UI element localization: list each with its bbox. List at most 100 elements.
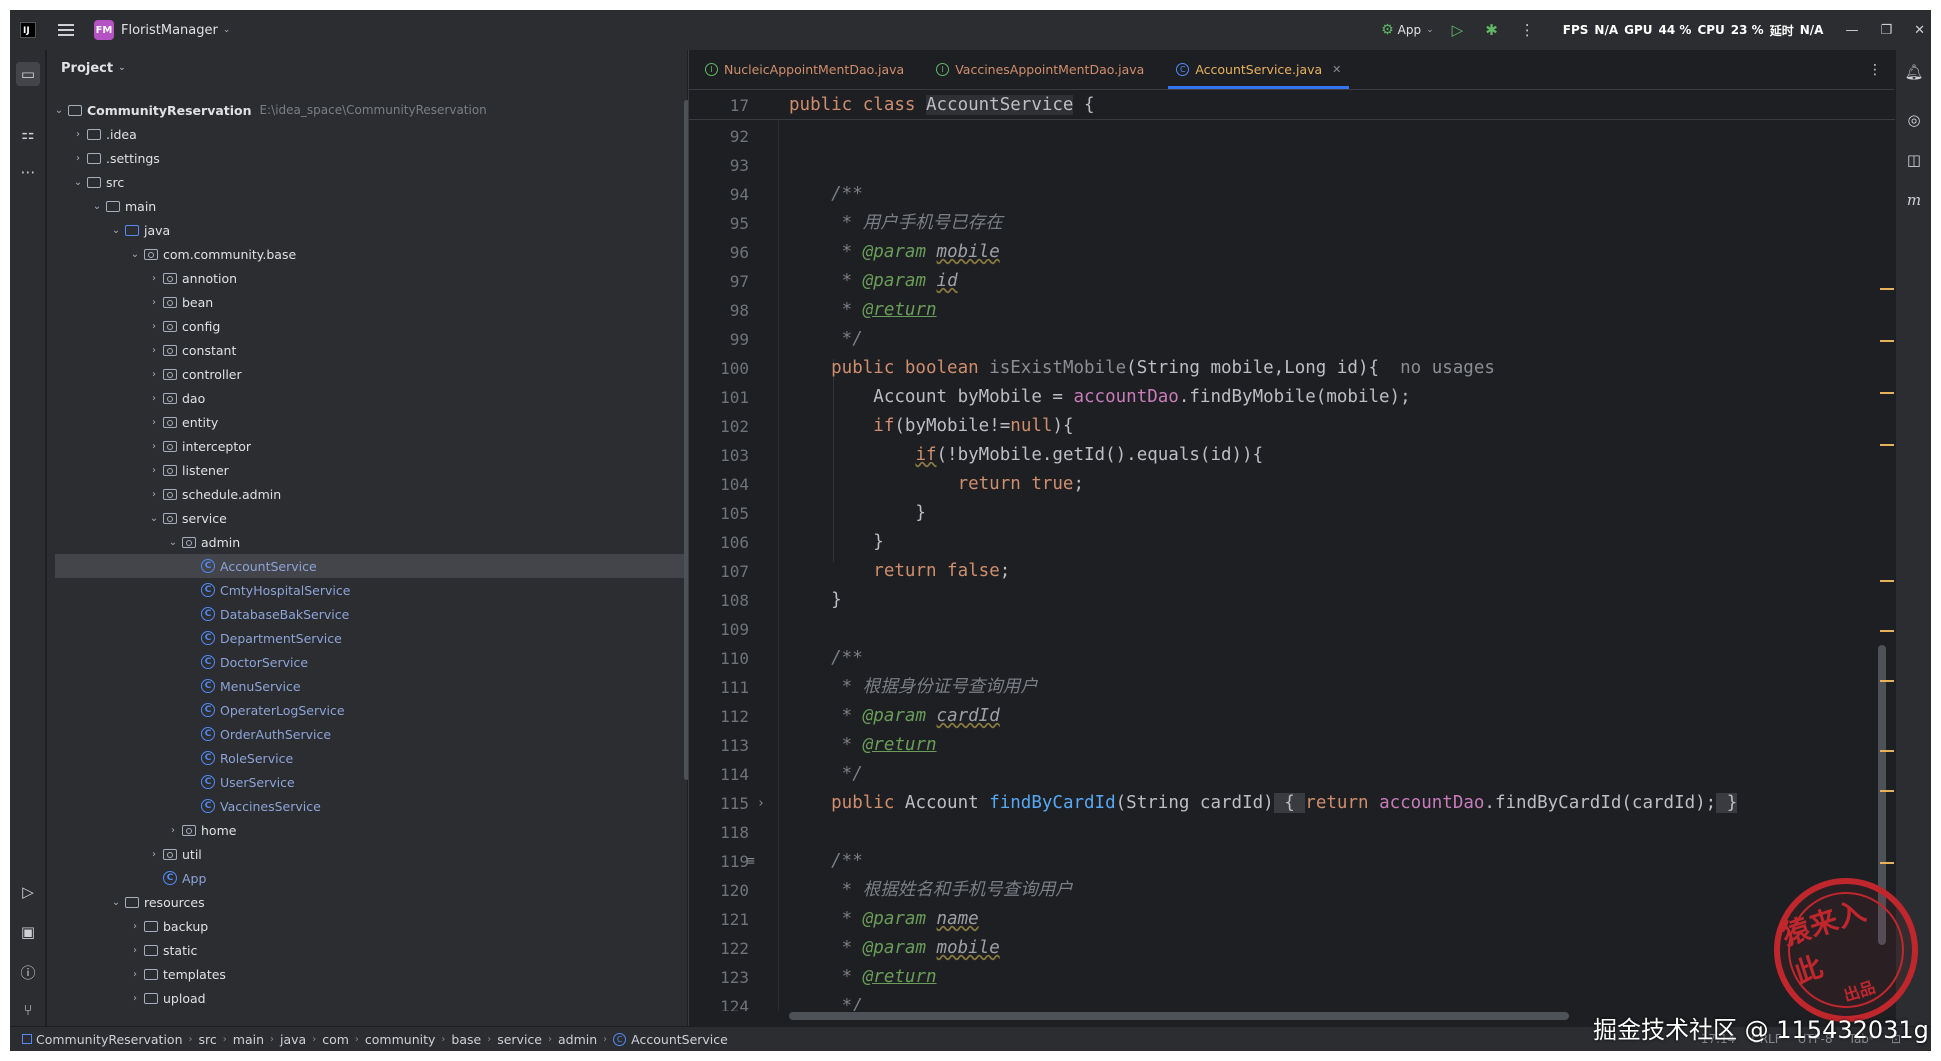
breadcrumb-item[interactable]: com <box>322 1032 349 1047</box>
editor-horizontal-scrollbar[interactable] <box>789 1012 1569 1020</box>
chevron-right-icon[interactable]: › <box>127 993 143 1004</box>
tree-item[interactable]: › templates <box>47 962 687 986</box>
chevron-right-icon[interactable]: › <box>146 489 162 500</box>
main-menu-icon[interactable] <box>58 24 74 36</box>
database-icon[interactable]: ◫ <box>1902 148 1926 172</box>
warning-marker[interactable] <box>1880 750 1894 752</box>
run-config-selector[interactable]: ⚙ App ⌄ <box>1381 22 1434 38</box>
chevron-right-icon[interactable]: › <box>70 153 86 164</box>
chevron-down-icon[interactable]: ⌄ <box>70 177 86 188</box>
tree-item[interactable]: ⌄ java <box>47 218 687 242</box>
warning-marker[interactable] <box>1880 288 1894 290</box>
tree-item[interactable]: › .idea <box>47 122 687 146</box>
tree-item[interactable]: C App <box>47 866 687 890</box>
chevron-right-icon[interactable]: › <box>146 297 162 308</box>
breadcrumb-item[interactable]: main <box>233 1032 264 1047</box>
tree-item[interactable]: › listener <box>47 458 687 482</box>
chevron-right-icon[interactable]: › <box>127 945 143 956</box>
chevron-right-icon[interactable]: › <box>70 129 86 140</box>
tree-item[interactable]: C RoleService <box>47 746 687 770</box>
structure-icon[interactable]: ⚏ <box>16 122 40 146</box>
code-line[interactable]: 103 if(!byMobile.getId().equals(id)){ <box>689 441 1895 470</box>
chevron-right-icon[interactable]: › <box>146 393 162 404</box>
ai-assistant-icon[interactable]: ◎ <box>1902 108 1926 132</box>
code-line[interactable]: 122 * @param mobile <box>689 934 1895 963</box>
warning-marker[interactable] <box>1880 630 1894 632</box>
tree-item[interactable]: › bean <box>47 290 687 314</box>
run-tool-icon[interactable]: ▷ <box>16 880 40 904</box>
project-name[interactable]: FloristManager <box>121 23 218 38</box>
tree-item[interactable]: C UserService <box>47 770 687 794</box>
code-line[interactable]: 118 <box>689 818 1895 847</box>
chevron-right-icon[interactable]: › <box>146 441 162 452</box>
code-line[interactable]: 92 <box>689 122 1895 151</box>
breadcrumb-item[interactable]: java <box>280 1032 306 1047</box>
code-line[interactable]: 113 * @return <box>689 731 1895 760</box>
code-line[interactable]: 106 } <box>689 528 1895 557</box>
chevron-right-icon[interactable]: › <box>146 273 162 284</box>
tree-item[interactable]: ⌄ src <box>47 170 687 194</box>
tree-item[interactable]: ⌄ admin <box>47 530 687 554</box>
breadcrumb-item[interactable]: admin <box>558 1032 597 1047</box>
code-line[interactable]: 108 } <box>689 586 1895 615</box>
chevron-down-icon[interactable]: ⌄ <box>223 25 231 35</box>
sticky-class-line[interactable]: 17 public class AccountService { <box>689 91 1895 120</box>
tree-item[interactable]: C AccountService <box>55 554 687 578</box>
code-line[interactable]: 95 * 用户手机号已存在 <box>689 209 1895 238</box>
more-tools-icon[interactable]: ⋯ <box>16 160 40 184</box>
tree-item[interactable]: C MenuService <box>47 674 687 698</box>
chevron-right-icon[interactable]: › <box>146 849 162 860</box>
editor-tab[interactable]: I NucleicAppointMentDao.java <box>689 49 920 89</box>
code-line[interactable]: 97 * @param id <box>689 267 1895 296</box>
tree-item[interactable]: › util <box>47 842 687 866</box>
git-icon[interactable]: ⑂ <box>16 998 40 1022</box>
chevron-down-icon[interactable]: ⌄ <box>51 105 67 116</box>
code-line[interactable]: 124 */ <box>689 992 1895 1011</box>
code-line[interactable]: 111 * 根据身份证号查询用户 <box>689 673 1895 702</box>
tree-item[interactable]: › backup <box>47 914 687 938</box>
code-line[interactable]: 107 return false; <box>689 557 1895 586</box>
code-line[interactable]: 99 */ <box>689 325 1895 354</box>
code-line[interactable]: 121 * @param name <box>689 905 1895 934</box>
intellij-logo-icon[interactable]: IJ <box>20 22 36 38</box>
warning-marker[interactable] <box>1880 790 1894 792</box>
chevron-down-icon[interactable]: ⌄ <box>108 225 124 236</box>
code-line[interactable]: 98 * @return <box>689 296 1895 325</box>
code-area[interactable]: 17 public class AccountService {92 93 94 /*… <box>689 91 1895 1011</box>
fold-expand-icon[interactable]: › <box>757 789 765 818</box>
tree-item[interactable]: C CmtyHospitalService <box>47 578 687 602</box>
warning-marker[interactable] <box>1880 862 1894 864</box>
code-line[interactable]: 115 › public Account findByCardId(String … <box>689 789 1895 818</box>
breadcrumb-item[interactable]: AccountService <box>631 1032 728 1047</box>
tree-item[interactable]: › constant <box>47 338 687 362</box>
warning-marker[interactable] <box>1880 392 1894 394</box>
breadcrumb-item[interactable]: community <box>365 1032 436 1047</box>
tree-item[interactable]: C OrderAuthService <box>47 722 687 746</box>
tree-item[interactable]: › home <box>47 818 687 842</box>
chevron-right-icon[interactable]: › <box>165 825 181 836</box>
code-line[interactable]: 94 /** <box>689 180 1895 209</box>
tree-item[interactable]: › config <box>47 314 687 338</box>
warning-marker[interactable] <box>1880 444 1894 446</box>
tree-item[interactable]: ⌄ resources <box>47 890 687 914</box>
tree-item[interactable]: › static <box>47 938 687 962</box>
tree-item[interactable]: ⌄ com.community.base <box>47 242 687 266</box>
editor-tab[interactable]: I VaccinesAppointMentDao.java <box>920 49 1160 89</box>
tree-item[interactable]: › .settings <box>47 146 687 170</box>
tree-item[interactable]: C DatabaseBakService <box>47 602 687 626</box>
code-line[interactable]: 109 <box>689 615 1895 644</box>
code-line[interactable]: 93 <box>689 151 1895 180</box>
tab-close-icon[interactable]: ✕ <box>1332 63 1341 76</box>
run-icon[interactable]: ▷ <box>1452 21 1464 39</box>
project-panel-header[interactable]: Project ⌄ <box>47 50 687 86</box>
chevron-down-icon[interactable]: ⌄ <box>89 201 105 212</box>
breadcrumb-item[interactable]: base <box>451 1032 481 1047</box>
chevron-down-icon[interactable]: ⌄ <box>146 513 162 524</box>
tabs-more-icon[interactable]: ⋮ <box>1868 62 1882 78</box>
chevron-right-icon[interactable]: › <box>127 969 143 980</box>
code-line[interactable]: 114 */ <box>689 760 1895 789</box>
code-line[interactable]: 112 * @param cardId <box>689 702 1895 731</box>
tree-item[interactable]: C DepartmentService <box>47 626 687 650</box>
tree-item[interactable]: › controller <box>47 362 687 386</box>
code-line[interactable]: 105 } <box>689 499 1895 528</box>
